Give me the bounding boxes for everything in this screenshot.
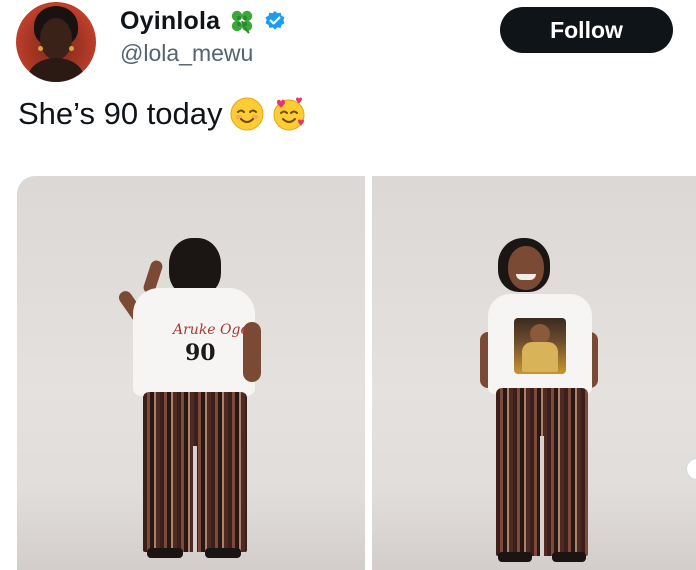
author-name-row[interactable]: Oyinlola bbox=[120, 5, 286, 37]
relieved-smiling-face-emoji bbox=[230, 97, 264, 131]
shirt-print-script: Aruke Oge bbox=[173, 322, 249, 338]
follow-button[interactable]: Follow bbox=[500, 7, 673, 53]
woman-back-view-figure: Aruke Oge 90 bbox=[109, 236, 279, 570]
tweet-body: She’s 90 today bbox=[18, 96, 223, 131]
verified-badge-icon[interactable] bbox=[264, 10, 286, 32]
tweet-text: She’s 90 today bbox=[18, 96, 307, 132]
author-handle[interactable]: @lola_mewu bbox=[120, 40, 253, 67]
author-display-name[interactable]: Oyinlola bbox=[120, 7, 220, 36]
tweet-photo-2[interactable] bbox=[372, 176, 696, 570]
woman-front-view-figure bbox=[478, 236, 608, 570]
four-leaf-clover-icon bbox=[232, 10, 253, 34]
next-media-button[interactable] bbox=[686, 458, 696, 480]
shirt-print-number: 90 bbox=[185, 340, 216, 366]
tweet-photo-1[interactable]: Aruke Oge 90 bbox=[17, 176, 365, 570]
shirt-portrait-print bbox=[514, 318, 566, 374]
tweet-header: Oyinlola @lola_mewu Follow bbox=[0, 0, 696, 90]
smiling-face-with-hearts-emoji bbox=[273, 97, 305, 131]
avatar[interactable] bbox=[16, 2, 96, 82]
